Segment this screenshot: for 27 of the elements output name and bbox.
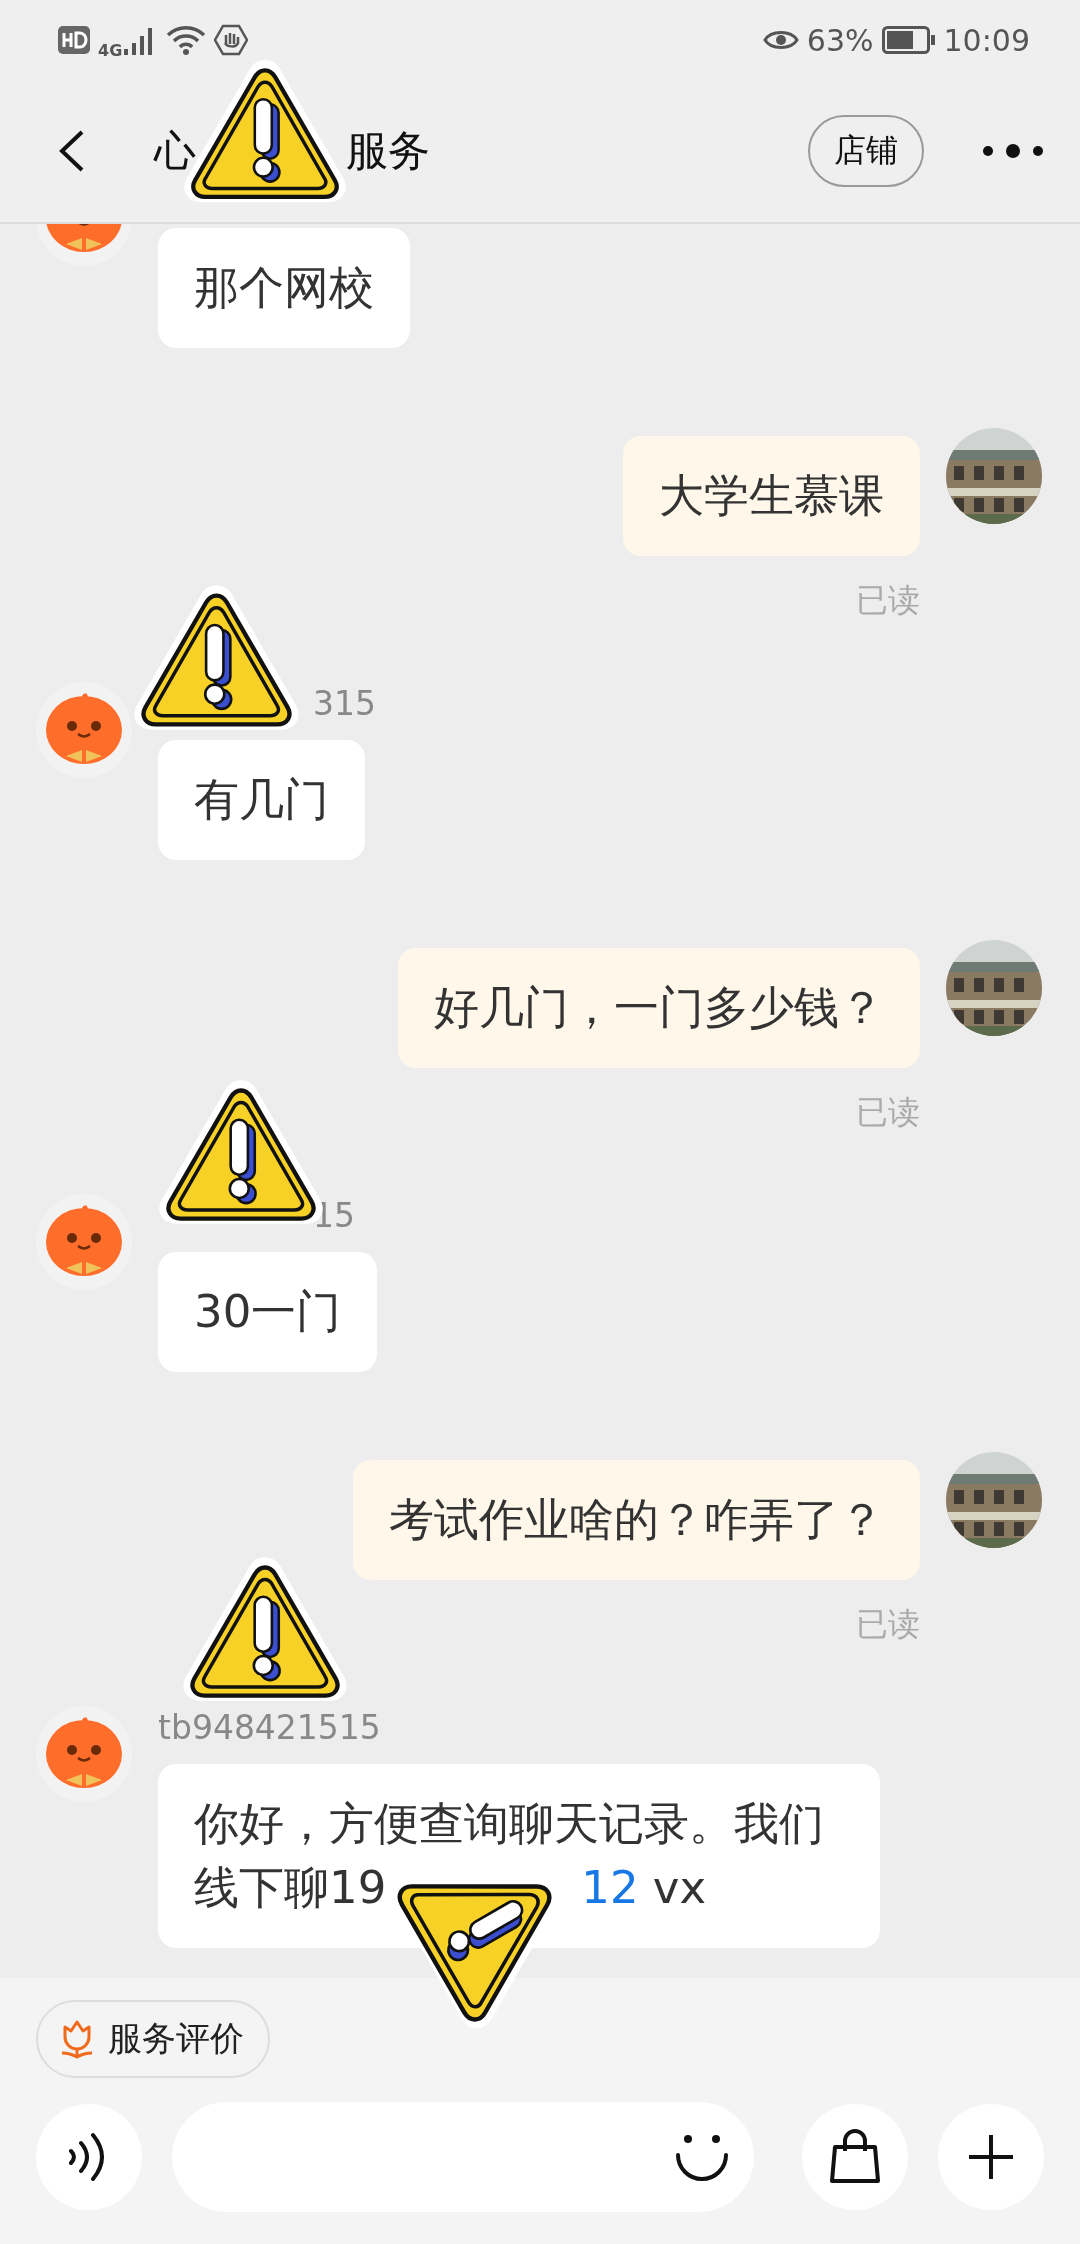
message-bubble: 那个网校 (158, 228, 410, 348)
hd-icon (58, 26, 90, 54)
store-button[interactable]: 店铺 (808, 115, 924, 187)
message-bubble: 大学生慕课 (623, 436, 920, 556)
chat-title: 服务 (346, 125, 430, 177)
message-bubble: 有几门 (158, 740, 365, 860)
plus-icon (967, 2133, 1015, 2181)
battery-icon (881, 26, 936, 54)
message-bubble: 你好，方便查询聊天记录。我们线下聊19 12 vx (158, 1764, 880, 1948)
read-receipt: 已读 (855, 1092, 920, 1132)
network-label: 4G (98, 40, 123, 60)
read-receipt: 已读 (855, 580, 920, 620)
message-bubble: 好几门，一门多少钱？ (398, 948, 920, 1068)
more-icon[interactable] (982, 141, 1044, 161)
message-bubble: 30一门 (158, 1252, 378, 1372)
sender-name: tb948421515 (158, 1707, 381, 1749)
sender-name: 15 (313, 1195, 355, 1237)
eye-icon (762, 28, 799, 52)
chat-title: 心 (154, 125, 196, 177)
wifi-icon (166, 25, 207, 55)
message-bubble: 考试作业啥的？咋弄了？ (353, 1460, 920, 1580)
battery-percent: 63% (806, 22, 874, 58)
sender-name: 315 (313, 683, 376, 725)
hand-icon (214, 24, 249, 56)
review-chip[interactable]: 服务评价 (36, 2000, 270, 2078)
read-receipt: 已读 (855, 1604, 920, 1644)
clock: 10:09 (943, 22, 1030, 58)
